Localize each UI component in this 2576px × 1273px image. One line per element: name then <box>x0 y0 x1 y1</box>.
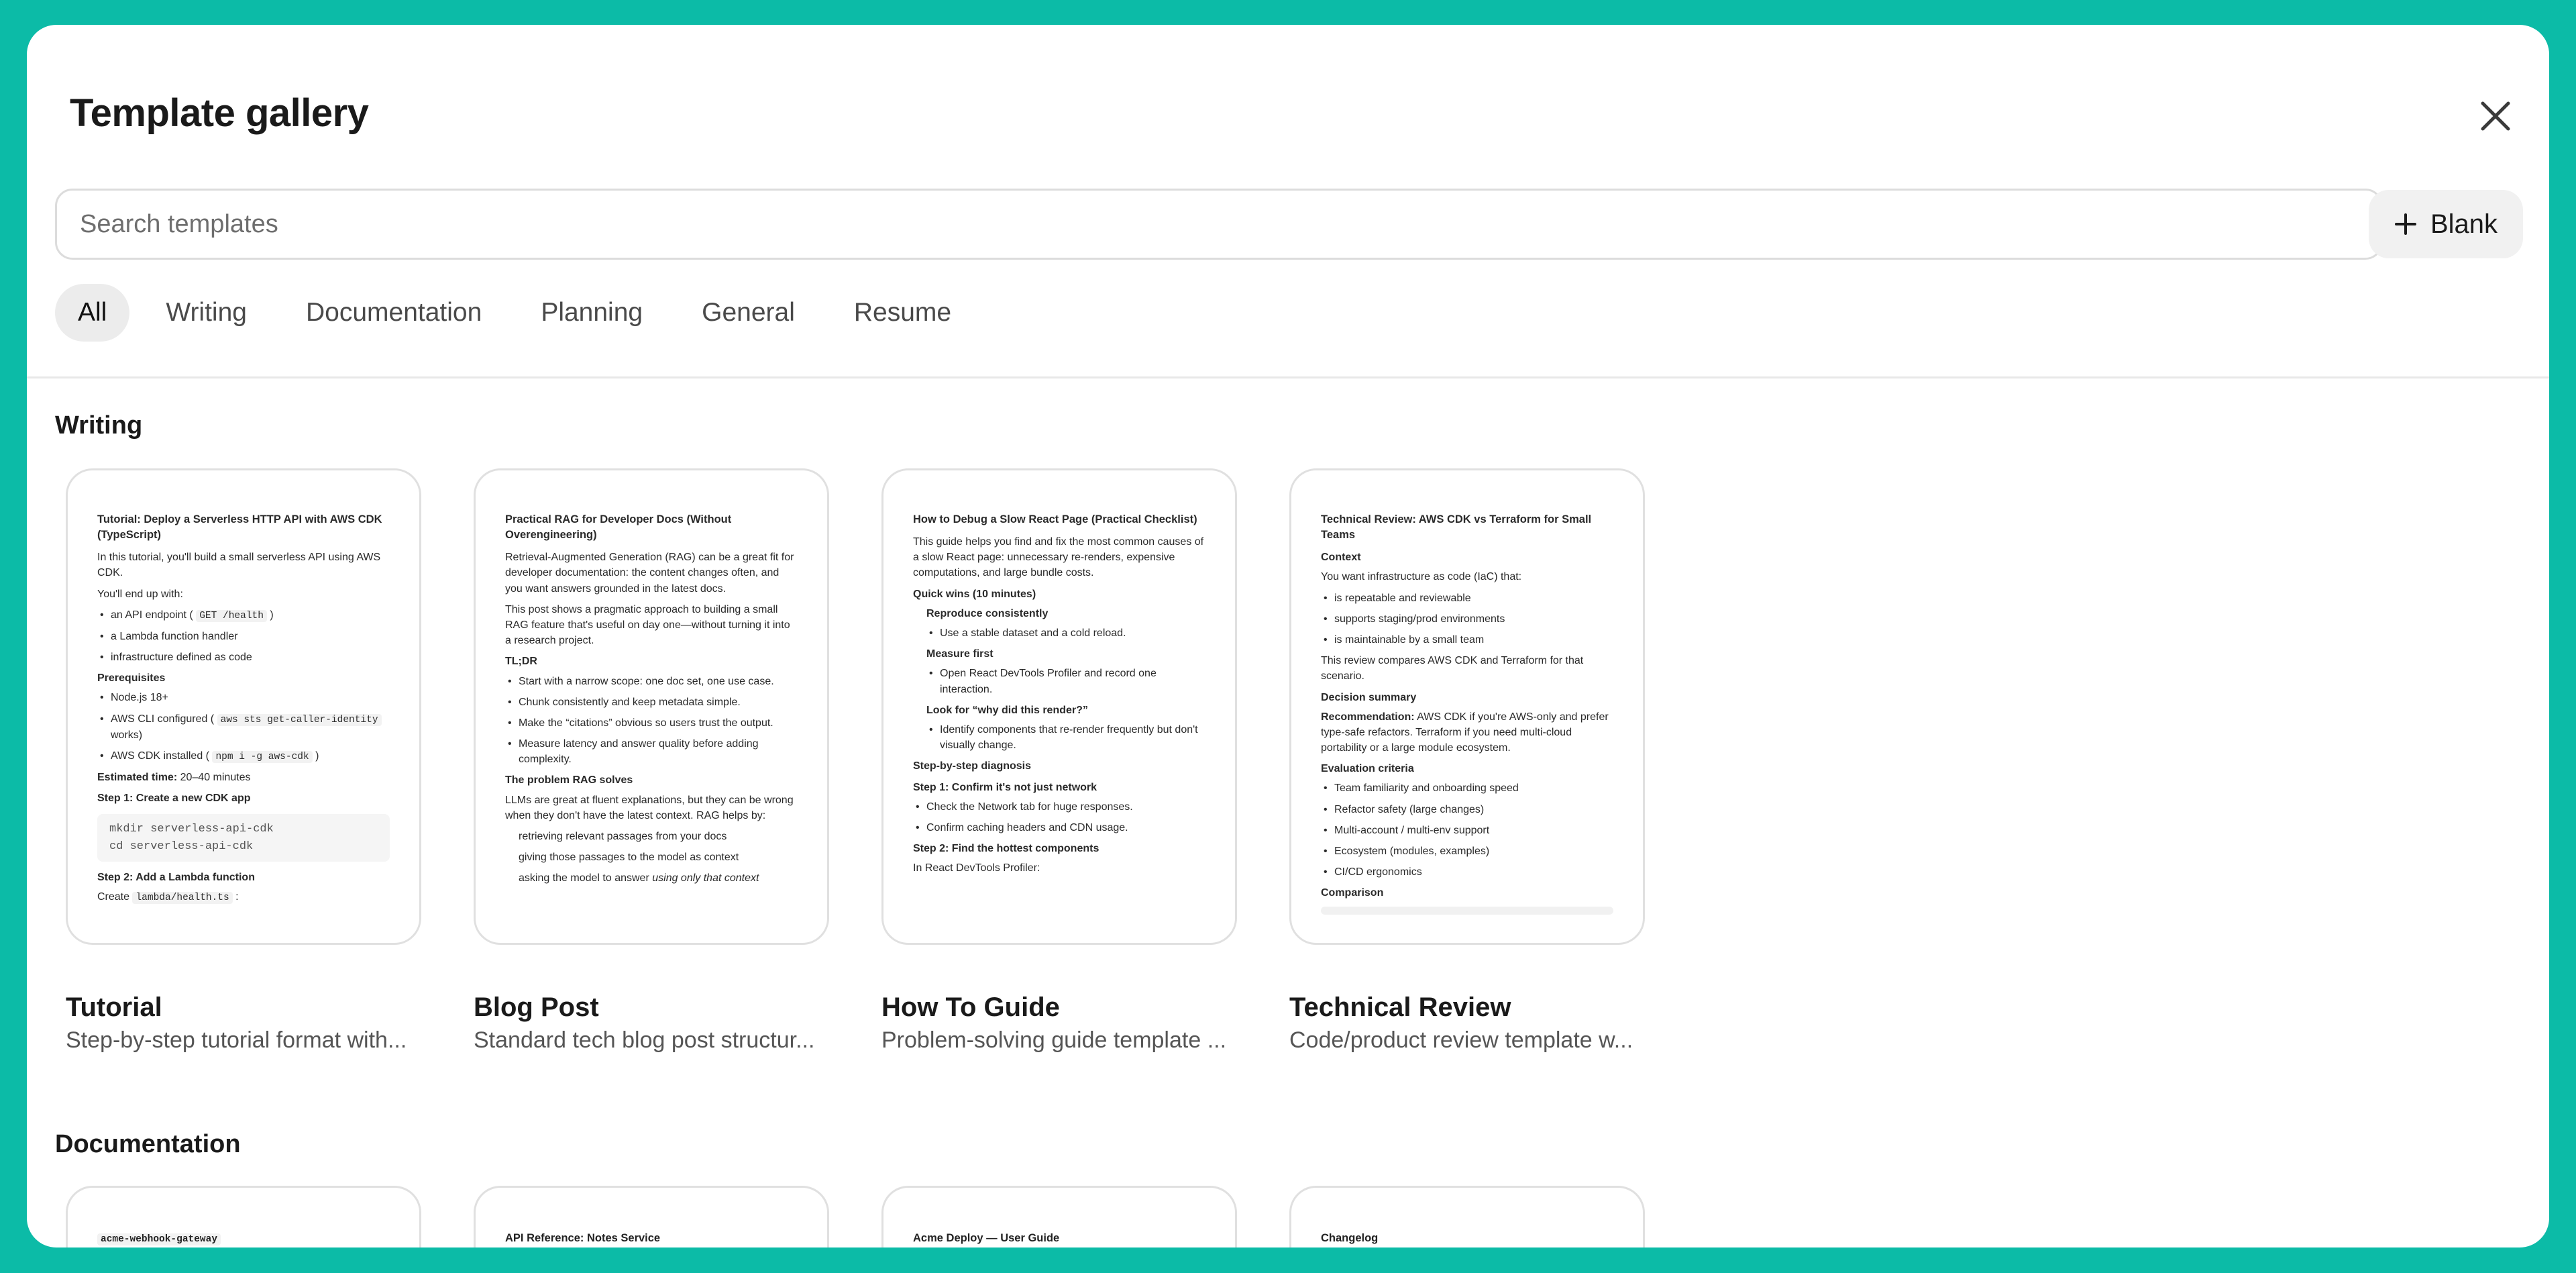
section-title-writing: Writing <box>55 411 143 440</box>
table-placeholder <box>1321 906 1613 915</box>
header-divider <box>27 376 2549 378</box>
template-desc-tutorial: Step-by-step tutorial format with... <box>66 1027 407 1053</box>
tab-planning[interactable]: Planning <box>517 284 667 342</box>
search-input[interactable] <box>80 209 2381 239</box>
template-preview: How to Debug a Slow React Page (Practica… <box>913 512 1205 928</box>
template-desc-blog-post: Standard tech blog post structur... <box>474 1027 815 1053</box>
close-icon <box>2481 101 2510 131</box>
tab-all[interactable]: All <box>55 284 130 342</box>
template-name-blog-post[interactable]: Blog Post <box>474 992 836 1023</box>
blank-button-label: Blank <box>2430 209 2498 239</box>
category-tabs: All Writing Documentation Planning Gener… <box>55 284 986 342</box>
template-card-how-to-guide[interactable]: How to Debug a Slow React Page (Practica… <box>881 468 1237 945</box>
modal-title: Template gallery <box>70 91 369 135</box>
template-card-webhook-gateway[interactable]: acme-webhook-gateway <box>66 1186 421 1247</box>
template-card-technical-review[interactable]: Technical Review: AWS CDK vs Terraform f… <box>1289 468 1645 945</box>
template-card-blog-post[interactable]: Practical RAG for Developer Docs (Withou… <box>474 468 829 945</box>
plus-icon <box>2394 213 2417 236</box>
template-desc-how-to-guide: Problem-solving guide template ... <box>881 1027 1227 1053</box>
search-box[interactable] <box>55 189 2383 260</box>
template-card-user-guide[interactable]: Acme Deploy — User Guide <box>881 1186 1237 1247</box>
template-name-how-to-guide[interactable]: How To Guide <box>881 992 1244 1023</box>
tab-writing[interactable]: Writing <box>142 284 271 342</box>
tab-documentation[interactable]: Documentation <box>282 284 506 342</box>
template-desc-technical-review: Code/product review template w... <box>1289 1027 1633 1053</box>
template-gallery-modal: Template gallery Blank All Writing Docum… <box>27 25 2549 1247</box>
template-preview: Technical Review: AWS CDK vs Terraform f… <box>1321 512 1613 928</box>
template-preview: Tutorial: Deploy a Serverless HTTP API w… <box>97 512 390 928</box>
section-title-documentation: Documentation <box>55 1130 241 1158</box>
template-name-tutorial[interactable]: Tutorial <box>66 992 428 1023</box>
template-preview: Practical RAG for Developer Docs (Withou… <box>505 512 798 928</box>
tab-resume[interactable]: Resume <box>830 284 975 342</box>
close-button[interactable] <box>2458 79 2533 154</box>
template-name-technical-review[interactable]: Technical Review <box>1289 992 1652 1023</box>
template-card-api-reference[interactable]: API Reference: Notes Service <box>474 1186 829 1247</box>
template-card-tutorial[interactable]: Tutorial: Deploy a Serverless HTTP API w… <box>66 468 421 945</box>
blank-button[interactable]: Blank <box>2369 190 2523 258</box>
template-card-changelog[interactable]: Changelog <box>1289 1186 1645 1247</box>
tab-general[interactable]: General <box>678 284 819 342</box>
